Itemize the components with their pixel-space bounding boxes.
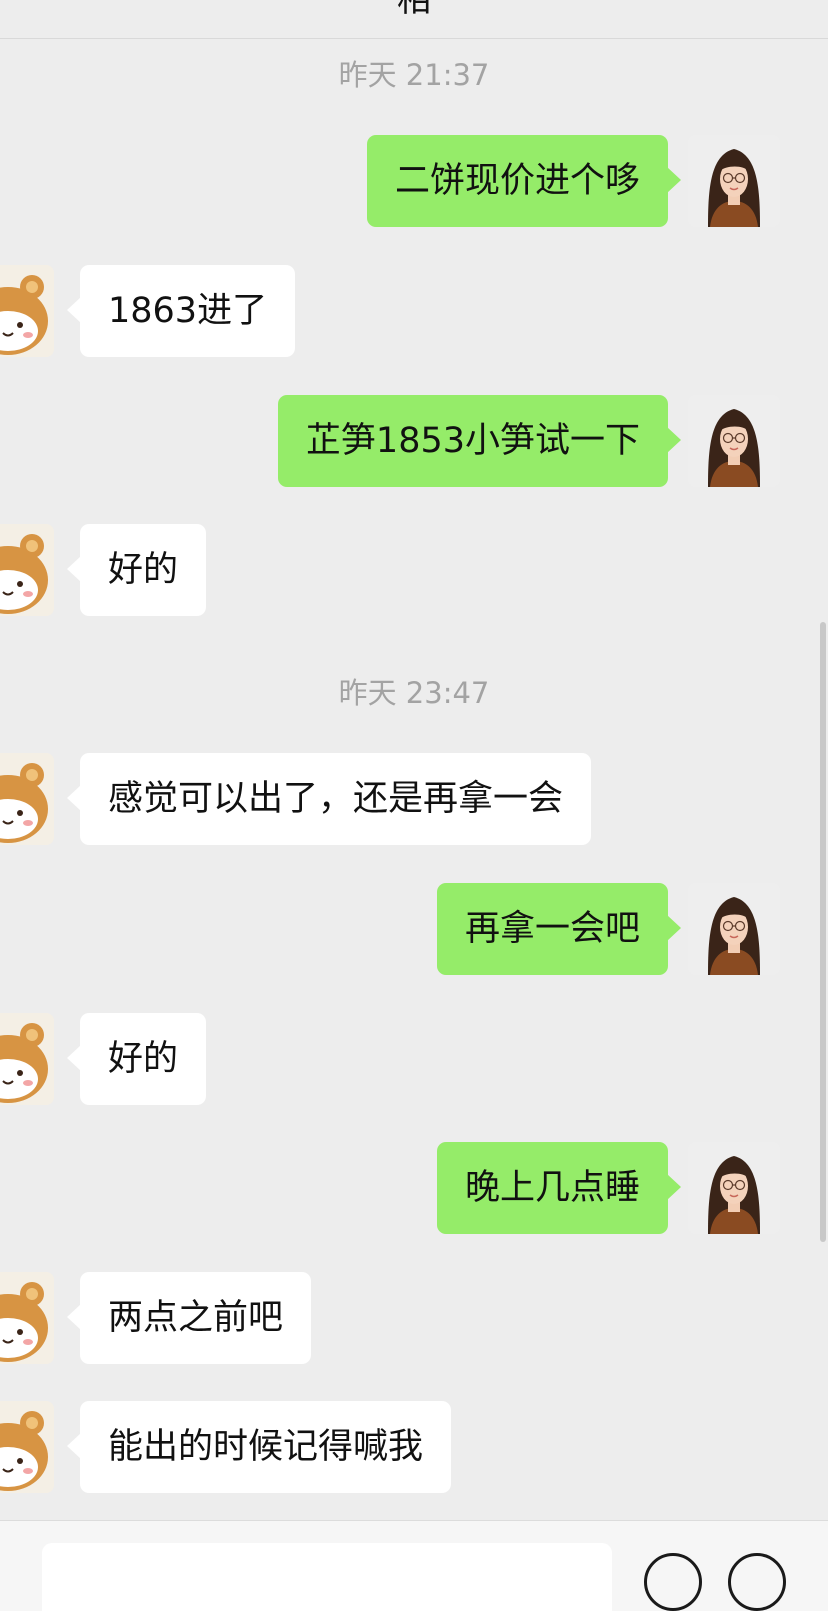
bear-cartoon-avatar-icon[interactable] <box>0 524 54 616</box>
bear-cartoon-avatar-icon[interactable] <box>0 265 54 357</box>
other-message-bubble[interactable]: 感觉可以出了，还是再拿一会 <box>66 753 592 845</box>
chat-header: 相 <box>0 0 828 39</box>
emoji-icon[interactable] <box>644 1553 702 1611</box>
scrollbar[interactable] <box>820 622 826 1242</box>
other-message-bubble[interactable]: 1863进了 <box>66 265 296 357</box>
woman-with-glasses-avatar-icon[interactable] <box>688 395 780 487</box>
my-message-bubble[interactable]: 芷笋1853小笋试一下 <box>277 395 682 487</box>
bear-cartoon-avatar-icon[interactable] <box>0 1401 54 1493</box>
my-message-bubble[interactable]: 晚上几点睡 <box>436 1142 682 1234</box>
input-bar <box>0 1520 828 1611</box>
woman-with-glasses-avatar-icon[interactable] <box>688 135 780 227</box>
my-message-bubble[interactable]: 二饼现价进个哆 <box>366 135 682 227</box>
timestamp: 昨天 23:47 <box>338 676 490 710</box>
woman-with-glasses-avatar-icon[interactable] <box>688 1142 780 1234</box>
message-input[interactable] <box>42 1543 612 1611</box>
other-message-bubble[interactable]: 能出的时候记得喊我 <box>66 1401 452 1493</box>
plus-icon[interactable] <box>728 1553 786 1611</box>
chat-screen: 相 昨天 21:37 昨天 23:47 二饼现价进个哆 1863进了 芷笋185… <box>0 0 828 1611</box>
other-message-bubble[interactable]: 好的 <box>66 524 207 616</box>
other-message-bubble[interactable]: 好的 <box>66 1013 207 1105</box>
chat-title: 相 <box>397 0 431 20</box>
bear-cartoon-avatar-icon[interactable] <box>0 753 54 845</box>
bear-cartoon-avatar-icon[interactable] <box>0 1013 54 1105</box>
woman-with-glasses-avatar-icon[interactable] <box>688 883 780 975</box>
timestamp: 昨天 21:37 <box>338 58 490 92</box>
bear-cartoon-avatar-icon[interactable] <box>0 1272 54 1364</box>
other-message-bubble[interactable]: 两点之前吧 <box>66 1272 312 1364</box>
my-message-bubble[interactable]: 再拿一会吧 <box>436 883 682 975</box>
